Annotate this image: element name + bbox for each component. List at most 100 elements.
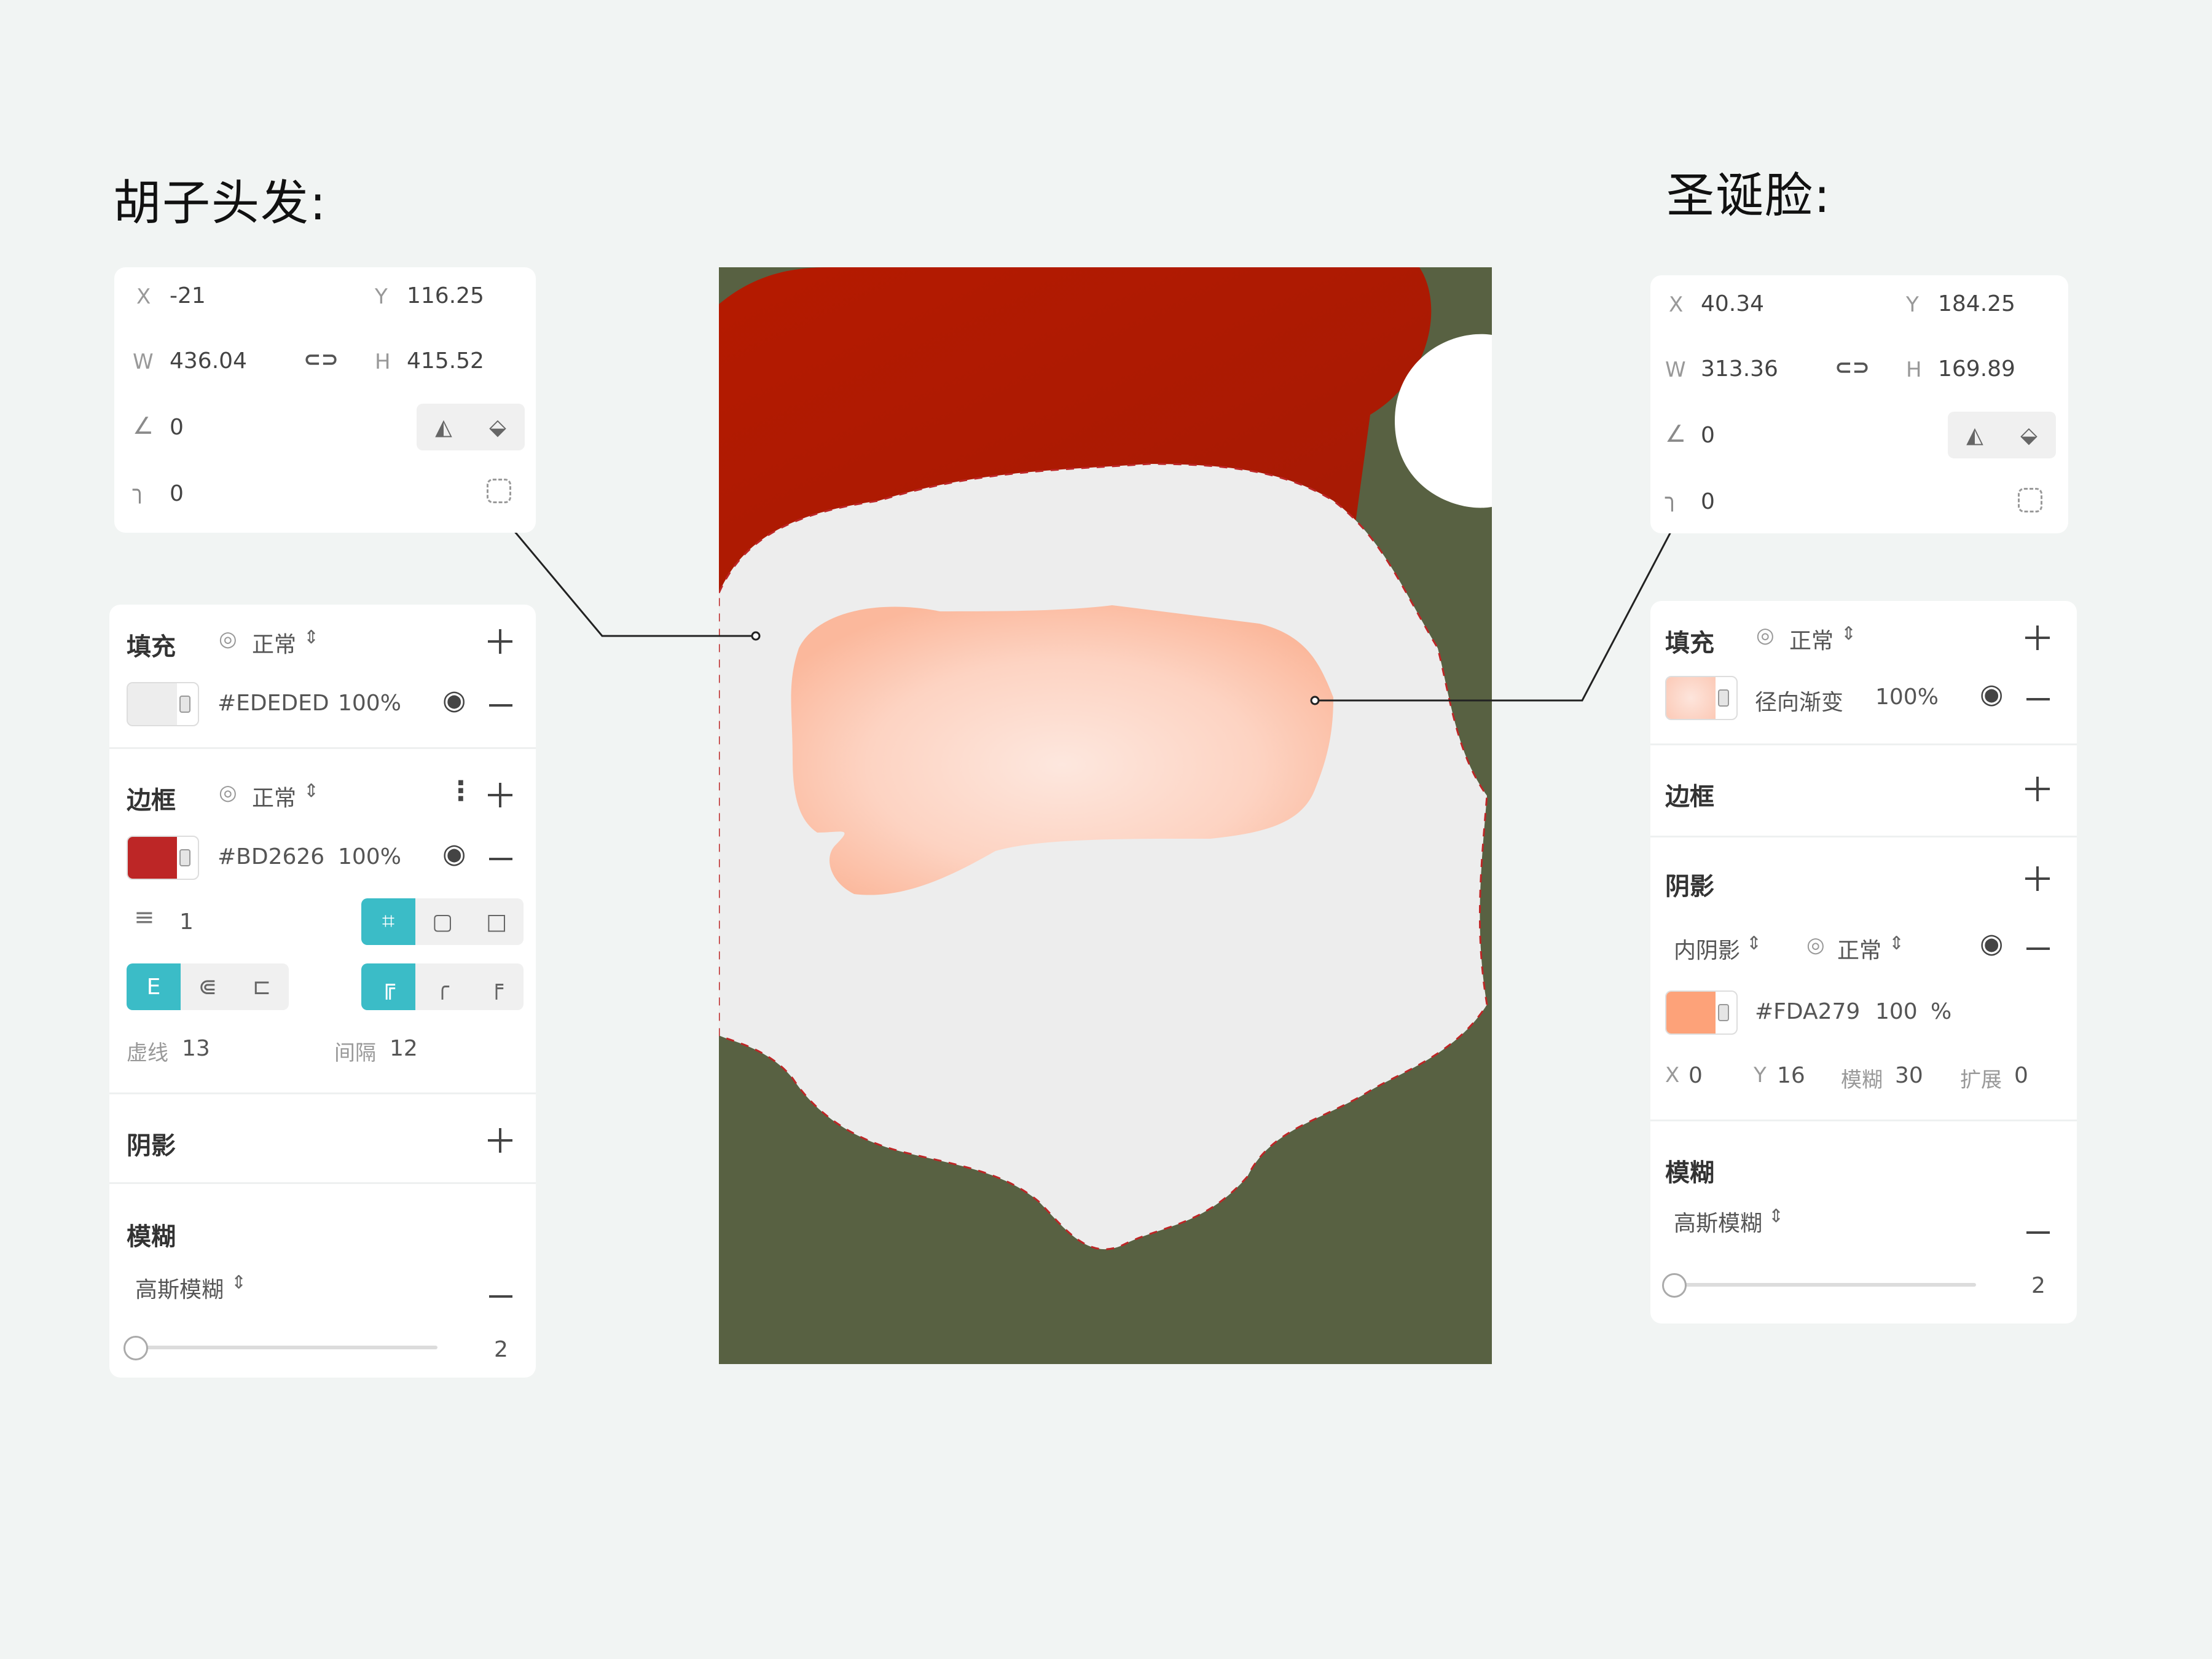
blur-slider-track[interactable] [134, 1346, 437, 1349]
x-value-field[interactable]: -21 [170, 283, 206, 308]
independent-corners-icon[interactable] [2018, 488, 2042, 512]
cap-square-icon[interactable]: ⊏ [235, 963, 289, 1010]
remove-fill-button[interactable] [2026, 698, 2050, 700]
angle-icon: ∠ [1665, 420, 1687, 447]
x-value-field[interactable]: 40.34 [1701, 291, 1764, 316]
gap-label: 间隔 [334, 1041, 376, 1065]
w-value-field[interactable]: 436.04 [170, 348, 247, 374]
add-fill-button[interactable] [2025, 626, 2050, 650]
blur-slider-knob[interactable] [124, 1336, 148, 1360]
remove-fill-button[interactable] [489, 704, 512, 707]
w-label: W [1665, 358, 1686, 382]
shadow-blur-field[interactable]: 30 [1895, 1063, 1923, 1088]
flip-button-group: ◭ ⬙ [1948, 412, 2056, 458]
remove-blur-button[interactable] [489, 1295, 512, 1298]
flip-vertical-icon[interactable]: ⬙ [471, 404, 525, 450]
cap-butt-icon[interactable]: E [127, 963, 181, 1010]
add-border-button[interactable] [2025, 777, 2050, 801]
add-fill-button[interactable] [488, 629, 512, 654]
join-round-icon[interactable]: ╭ [415, 963, 469, 1010]
add-shadow-button[interactable] [488, 1128, 512, 1153]
left-transform-panel: X -21 Y 116.25 W 436.04 ⊂⊃ H 415.52 ∠ 0 … [114, 267, 536, 533]
border-outside-icon[interactable]: □ [469, 898, 524, 945]
blur-value-field[interactable]: 2 [2031, 1273, 2045, 1298]
connector-left [506, 522, 756, 637]
border-blend-select[interactable]: 正常 [252, 780, 296, 812]
fill-blend-select[interactable]: 正常 [252, 627, 296, 659]
connector-right-end-canvas [1310, 696, 1320, 705]
shadow-spread-field[interactable]: 0 [2014, 1063, 2028, 1088]
fill-blend-select[interactable]: 正常 [1789, 623, 1834, 655]
swatch-pin-icon [179, 696, 190, 713]
border-inside-icon[interactable]: ⌗ [361, 898, 415, 945]
shadow-percent-label: % [1931, 999, 1952, 1024]
cap-round-icon[interactable]: ⋐ [181, 963, 235, 1010]
eye-icon[interactable]: ◉ [1980, 678, 2003, 710]
gap-value-field[interactable]: 12 [390, 1036, 418, 1061]
eye-icon[interactable]: ◉ [442, 684, 466, 716]
radius-value-field[interactable]: 0 [170, 481, 184, 506]
y-value-field[interactable]: 116.25 [407, 283, 484, 308]
h-value-field[interactable]: 415.52 [407, 348, 484, 374]
border-opacity-field[interactable]: 100% [338, 844, 401, 869]
divider [1650, 836, 2077, 837]
fill-section-title: 填充 [127, 633, 176, 661]
independent-corners-icon[interactable] [487, 479, 511, 503]
dash-value-field[interactable]: 13 [182, 1036, 210, 1061]
shadow-x-field[interactable]: 0 [1688, 1063, 1703, 1088]
shadow-blend-select[interactable]: 正常 [1837, 933, 1881, 965]
remove-border-button[interactable] [489, 858, 512, 860]
divider [1650, 743, 2077, 745]
link-icon[interactable]: ⊂⊃ [304, 347, 339, 372]
flip-vertical-icon[interactable]: ⬙ [2002, 412, 2056, 458]
flip-horizontal-icon[interactable]: ◭ [1948, 412, 2002, 458]
shadow-type-select[interactable]: 内阴影 [1674, 933, 1740, 965]
divider [109, 1182, 536, 1184]
blur-type-select[interactable]: 高斯模糊 [135, 1272, 224, 1304]
blur-slider-track[interactable] [1673, 1283, 1976, 1287]
angle-value-field[interactable]: 0 [170, 415, 184, 440]
join-miter-icon[interactable]: ╔ [361, 963, 415, 1010]
border-width-field[interactable]: 1 [179, 909, 194, 935]
shadow-hex-field[interactable]: #FDA279 [1755, 999, 1860, 1024]
shadow-y-field[interactable]: 16 [1777, 1063, 1805, 1088]
more-vertical-icon[interactable]: ⋮ [447, 775, 474, 807]
fill-opacity-field[interactable]: 100% [1875, 684, 1939, 710]
right-transform-panel: X 40.34 Y 184.25 W 313.36 ⊂⊃ H 169.89 ∠ … [1650, 275, 2068, 533]
radius-value-field[interactable]: 0 [1701, 489, 1715, 514]
x-label: X [136, 284, 151, 309]
eye-icon[interactable]: ◉ [1980, 928, 2003, 959]
blend-mode-icon: ◎ [219, 780, 237, 805]
fill-color-swatch[interactable] [127, 682, 199, 726]
swatch-pin-icon [1718, 1004, 1729, 1021]
add-border-button[interactable] [488, 783, 512, 807]
remove-shadow-button[interactable] [2026, 947, 2050, 950]
chevron-updown-icon: ⇕ [1746, 933, 1762, 954]
blur-slider-knob[interactable] [1662, 1273, 1687, 1298]
join-bevel-icon[interactable]: ╒ [469, 963, 524, 1010]
shadow-opacity-field[interactable]: 100 [1875, 999, 1918, 1024]
border-hex-field[interactable]: #BD2626 [218, 844, 324, 869]
border-color-swatch[interactable] [127, 836, 199, 880]
link-icon[interactable]: ⊂⊃ [1835, 355, 1870, 380]
flip-horizontal-icon[interactable]: ◭ [417, 404, 471, 450]
add-shadow-button[interactable] [2025, 866, 2050, 891]
remove-blur-button[interactable] [2026, 1231, 2050, 1234]
h-label: H [1906, 358, 1922, 382]
blur-type-select[interactable]: 高斯模糊 [1674, 1206, 1762, 1237]
border-center-icon[interactable]: ▢ [415, 898, 469, 945]
eye-icon[interactable]: ◉ [442, 838, 466, 869]
angle-value-field[interactable]: 0 [1701, 423, 1715, 448]
fill-opacity-field[interactable]: 100% [338, 691, 401, 716]
y-value-field[interactable]: 184.25 [1938, 291, 2015, 316]
blend-mode-icon: ◎ [219, 627, 237, 651]
h-value-field[interactable]: 169.89 [1938, 356, 2015, 382]
fill-type-select[interactable]: 径向渐变 [1755, 684, 1843, 716]
fill-gradient-swatch[interactable] [1665, 676, 1738, 720]
fill-hex-field[interactable]: #EDEDED [218, 691, 329, 716]
x-label: X [1669, 292, 1684, 317]
shadow-color-swatch[interactable] [1665, 990, 1738, 1035]
connector-left-end-canvas [751, 631, 761, 641]
blur-value-field[interactable]: 2 [494, 1337, 508, 1362]
w-value-field[interactable]: 313.36 [1701, 356, 1778, 382]
